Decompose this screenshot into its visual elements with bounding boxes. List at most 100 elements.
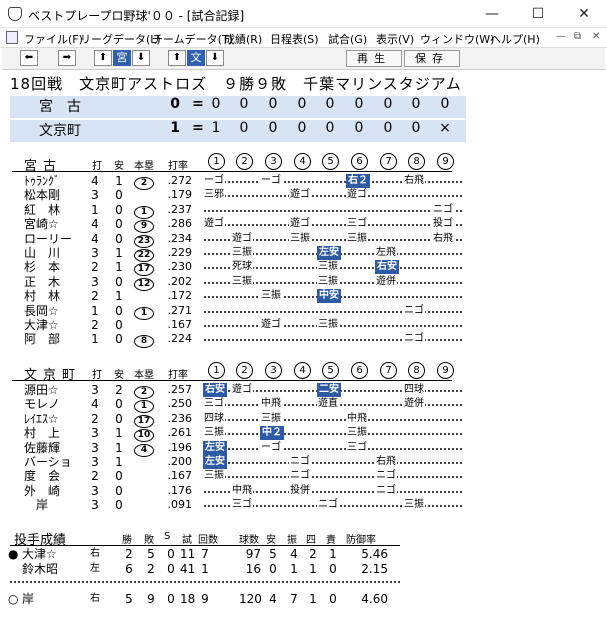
batter-row[interactable]: 佐藤輝 3 1 4.196 左安 ーゴ 三ゴ: [2, 440, 602, 457]
at-bat-result: 三振: [317, 260, 339, 275]
at-bat-result: 遊ゴ: [260, 318, 282, 332]
pitcher-row[interactable]: 鈴木昭左 6 2 0 41 1 16 0 1 1 0 2.15: [2, 562, 602, 576]
batter-row[interactable]: 杉 本 2 1 17.230 死球 三振 右安: [2, 260, 602, 277]
batter-hits: 0: [115, 411, 123, 426]
menu-help[interactable]: ヘルプ(H): [490, 31, 540, 47]
batter-row[interactable]: バーショ 3 1 .200 左安 ニゴ 右飛: [2, 455, 602, 469]
pitcher-k: 7: [290, 592, 298, 606]
batter-row[interactable]: ﾚｲｴｽ☆ 2 0 17.236 四球 三振 中飛: [2, 411, 602, 428]
batter-row[interactable]: 長岡☆ 1 0 1.271 ニゴ: [2, 303, 602, 320]
batter-row[interactable]: 岸 3 0 .091 三ゴ ニゴ 三振: [2, 498, 602, 513]
batter-row[interactable]: 正 木 3 0 12.202 三振 三振 遊併: [2, 274, 602, 291]
prev-game-icon[interactable]: ⬅: [20, 50, 38, 66]
menu-league-data[interactable]: リーグデータ(L): [80, 31, 161, 47]
at-bat-result: ニゴ: [432, 202, 454, 217]
menu-window[interactable]: ウィンドウ(W): [420, 31, 494, 47]
batter-row[interactable]: 外 崎 3 0 .176 中飛 投併 ニゴ: [2, 483, 602, 498]
batter-row[interactable]: ﾄｩﾗﾝｸﾞ 4 1 2.272 ーゴ ーゴ 右２ 右飛: [2, 174, 602, 190]
batter-ab: 3: [91, 455, 99, 469]
inning-number-circle: 3: [265, 362, 282, 379]
pitcher-name: 岸: [22, 592, 35, 606]
pitching-header: 試: [182, 535, 192, 546]
batter-name: 佐藤輝: [24, 440, 61, 455]
dotted-leader: [204, 476, 462, 479]
batter-ab: 2: [91, 469, 99, 484]
at-bat-result: 三邪: [203, 188, 225, 203]
batter-ab: 3: [91, 483, 99, 498]
batter-row[interactable]: 大津☆ 2 0 .167 遊ゴ 三振: [2, 318, 602, 332]
batter-row[interactable]: 山 川 3 1 22.229 三振 左安 左飛: [2, 246, 602, 262]
menu-view[interactable]: 表示(V): [376, 31, 414, 47]
at-bat-result: ニゴ: [289, 469, 311, 484]
batter-row[interactable]: 宮崎☆ 4 0 9.286 遊ゴ 遊ゴ 三ゴ 投ゴ: [2, 217, 602, 234]
batter-row[interactable]: 松本剛 3 0 .179 三邪 遊ゴ 遊ゴ: [2, 188, 602, 203]
batter-avg: .234: [167, 231, 193, 245]
pitcher-h: 5: [269, 547, 277, 561]
close-button[interactable]: ✕: [561, 0, 607, 28]
batter-name: 杉 本: [24, 260, 61, 275]
batter-row[interactable]: 村 林 2 1 .172 三振 中安: [2, 289, 602, 304]
maximize-button[interactable]: ☐: [515, 0, 561, 28]
menu-team-data[interactable]: チームデータ(T): [152, 31, 233, 47]
batter-avg: .176: [167, 483, 193, 497]
menu-file[interactable]: ファイル(F): [24, 31, 83, 47]
batter-avg: .271: [167, 303, 193, 317]
at-bat-result: 遊併: [375, 274, 397, 289]
menu-schedule[interactable]: 日程表(S): [270, 31, 319, 47]
batter-hits: 0: [115, 274, 123, 289]
batter-ab: 3: [91, 246, 99, 260]
team1-up-icon[interactable]: ⬆: [94, 50, 112, 66]
batter-row[interactable]: モレノ 4 0 1.250 三ゴ 中飛 遊直 遊併: [2, 397, 602, 414]
pitcher-row[interactable]: ○ 岸右 5 9 0 18 9 120 4 7 1 0 4.60: [2, 592, 602, 606]
at-bat-result: 死球: [231, 260, 253, 275]
header-ab: 打: [92, 161, 102, 172]
batter-row[interactable]: 阿 部 1 0 8 .224 ニゴ: [2, 332, 602, 349]
team2-down-icon[interactable]: ⬇: [206, 50, 224, 66]
batter-row[interactable]: 源田☆ 3 2 2.257 右安 遊ゴ 二安 四球: [2, 383, 602, 399]
team2-up-icon[interactable]: ⬆: [168, 50, 186, 66]
pitcher-bb: 1: [309, 592, 317, 606]
batter-avg: .172: [167, 289, 193, 303]
inning-number-circle: 4: [294, 153, 311, 170]
team1-button[interactable]: 宮: [113, 50, 131, 66]
pitcher-ip: 1: [201, 562, 209, 576]
menu-records[interactable]: 成績(R): [224, 31, 262, 47]
pitcher-s: 0: [167, 547, 175, 561]
at-bat-result: ーゴ: [260, 440, 282, 455]
pitcher-row[interactable]: ● 大津☆ 右 2 5 0 11 7 97 5 4 2 1 5.46: [2, 547, 602, 561]
batter-row[interactable]: 紅 林 1 0 1.237 ニゴ: [2, 202, 602, 219]
minimize-button[interactable]: —: [469, 0, 515, 28]
linescore-inning: 0: [411, 96, 421, 112]
mdi-minimize-icon[interactable]: —: [556, 31, 566, 42]
at-bat-result: 遊ゴ: [231, 383, 253, 397]
batter-name: 山 川: [24, 246, 61, 260]
save-button[interactable]: 保存: [404, 50, 460, 67]
mdi-restore-icon[interactable]: ⧉: [574, 31, 581, 42]
batter-hits: 1: [115, 289, 123, 304]
linescore-inning: 1: [211, 120, 221, 136]
hit-result: 二安: [317, 383, 341, 397]
pitching-header: 回数: [198, 535, 218, 546]
replay-button[interactable]: 再生: [346, 50, 402, 67]
batter-hits: 0: [115, 318, 123, 332]
batter-row[interactable]: 度 会 2 0 .167 三振 ニゴ ニゴ: [2, 469, 602, 484]
next-game-icon[interactable]: ➡: [58, 50, 76, 66]
mdi-close-icon[interactable]: ✕: [592, 31, 600, 42]
batter-hits: 0: [115, 217, 123, 232]
batter-name: 宮崎☆: [24, 217, 59, 232]
header-avg: 打率: [168, 161, 188, 172]
dotted-leader: [204, 447, 462, 450]
dotted-leader: [204, 209, 462, 212]
team2-button[interactable]: 文: [187, 50, 205, 66]
pitcher-er: 0: [329, 592, 337, 606]
batter-row[interactable]: ローリー 4 0 23.234 遊ゴ 三振 三振 右飛: [2, 231, 602, 248]
at-bat-result: 遊直: [317, 397, 339, 412]
linescore-row: 文京町 1 = 1 0 0 0 0 0 0 0 ×: [10, 120, 466, 142]
batter-ab: 3: [91, 188, 99, 203]
document-icon[interactable]: [6, 31, 18, 44]
team1-down-icon[interactable]: ⬇: [132, 50, 150, 66]
at-bat-result: 三振: [289, 231, 311, 246]
pitcher-np: 120: [239, 592, 262, 606]
menu-game[interactable]: 試合(G): [328, 31, 367, 47]
batter-row[interactable]: 村 上 3 1 10.261 三振 中２ 三振: [2, 426, 602, 443]
